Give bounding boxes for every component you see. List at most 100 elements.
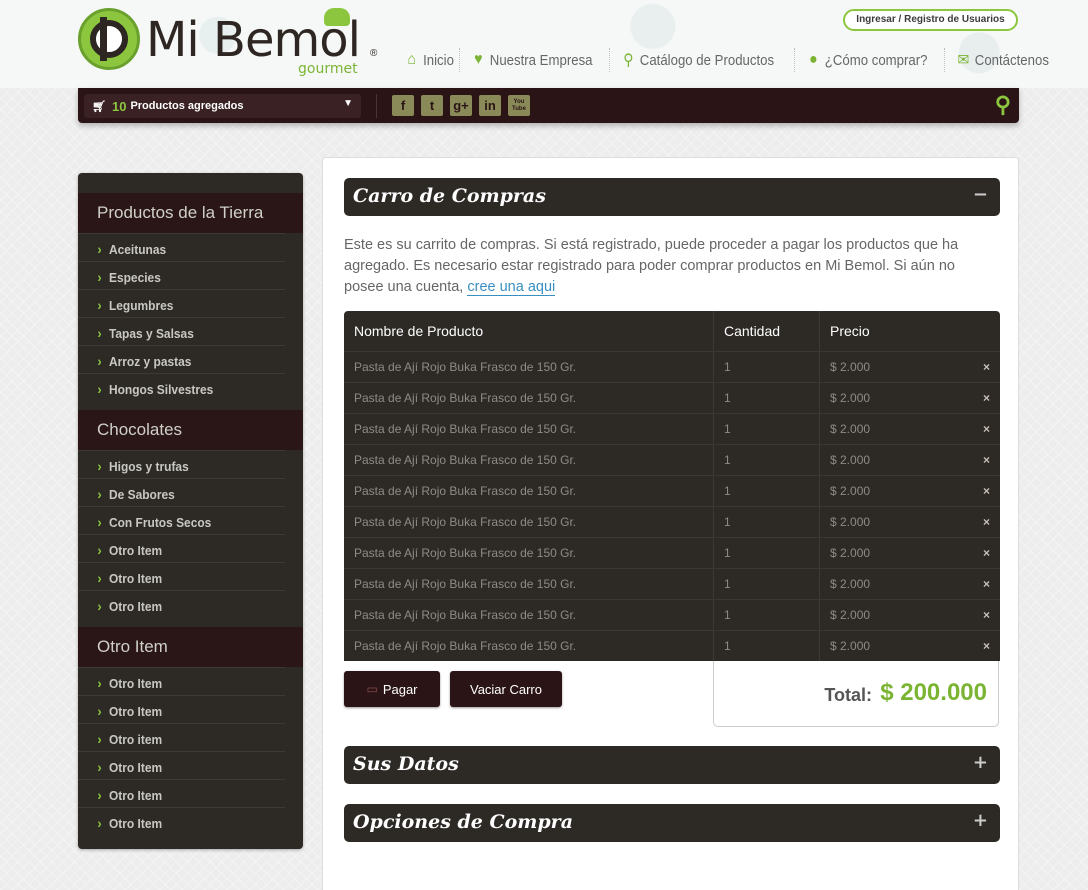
table-row: Pasta de Ají Rojo Buka Frasco de 150 Gr.… [344, 568, 1000, 599]
sidebar-item-especies[interactable]: Especies [78, 261, 285, 289]
remove-item-icon[interactable]: × [983, 422, 990, 436]
cart-label: Productos agregados [130, 100, 244, 112]
nav-label: Contáctenos [974, 51, 1049, 69]
sidebar-item-tapas[interactable]: Tapas y Salsas [78, 317, 285, 345]
login-register-button[interactable]: Ingresar / Registro de Usuarios [843, 9, 1018, 31]
nav-label: ¿Cómo comprar? [825, 51, 928, 69]
nav-label: Catálogo de Productos [639, 51, 774, 69]
product-name: Pasta de Ají Rojo Buka Frasco de 150 Gr. [344, 383, 714, 413]
remove-item-icon[interactable]: × [983, 484, 990, 498]
home-icon: ⌂ [407, 51, 416, 68]
category-title[interactable]: Otro Item [78, 627, 303, 667]
toolbar-divider [376, 94, 377, 118]
product-price-cell: $ 2.000 × [820, 631, 1000, 661]
table-row: Pasta de Ají Rojo Buka Frasco de 150 Gr.… [344, 382, 1000, 413]
product-price: $ 2.000 [830, 577, 871, 591]
table-row: Pasta de Ají Rojo Buka Frasco de 150 Gr.… [344, 537, 1000, 568]
nav-catalogo[interactable]: ⚲ Catálogo de Productos [608, 48, 785, 72]
sidebar-item-arroz[interactable]: Arroz y pastas [78, 345, 285, 373]
youtube-icon[interactable]: You Tube [508, 95, 530, 116]
table-row: Pasta de Ají Rojo Buka Frasco de 150 Gr.… [344, 351, 1000, 382]
expand-icon[interactable]: + [973, 752, 988, 773]
product-qty: 1 [714, 476, 820, 506]
expand-icon[interactable]: + [973, 810, 988, 831]
sidebar-item-otro[interactable]: Otro Item [78, 751, 285, 779]
product-name: Pasta de Ají Rojo Buka Frasco de 150 Gr. [344, 445, 714, 475]
product-name: Pasta de Ají Rojo Buka Frasco de 150 Gr. [344, 476, 714, 506]
category-title[interactable]: Productos de la Tierra [78, 193, 303, 233]
nav-nuestra-empresa[interactable]: ♥ Nuestra Empresa [459, 48, 603, 72]
product-price: $ 2.000 [830, 422, 871, 436]
sidebar-item-otro[interactable]: Otro Item [78, 590, 285, 618]
sidebar-item-legumbres[interactable]: Legumbres [78, 289, 285, 317]
sidebar-item-frutos-secos[interactable]: Con Frutos Secos [78, 506, 285, 534]
twitter-icon[interactable]: t [421, 95, 443, 116]
empty-label: Vaciar Carro [469, 681, 542, 697]
sidebar-item-otro[interactable]: Otro Item [78, 667, 285, 695]
product-qty: 1 [714, 445, 820, 475]
remove-item-icon[interactable]: × [983, 546, 990, 560]
product-price-cell: $ 2.000 × [820, 414, 1000, 444]
product-name: Pasta de Ají Rojo Buka Frasco de 150 Gr. [344, 352, 714, 382]
remove-item-icon[interactable]: × [983, 360, 990, 374]
search-icon: ⚲ [622, 52, 634, 69]
table-row: Pasta de Ají Rojo Buka Frasco de 150 Gr.… [344, 475, 1000, 506]
remove-item-icon[interactable]: × [983, 608, 990, 622]
brand-logo[interactable]: Mi Bemol gourmet ® [78, 8, 378, 78]
product-name: Pasta de Ají Rojo Buka Frasco de 150 Gr. [344, 569, 714, 599]
linkedin-icon[interactable]: in [479, 95, 501, 116]
search-icon[interactable]: ⚲ [995, 92, 1011, 118]
sus-datos-panel-header[interactable]: Sus Datos + [344, 746, 1000, 784]
pay-label: Pagar [382, 681, 418, 697]
sidebar-item-hongos[interactable]: Hongos Silvestres [78, 373, 285, 401]
cart-icon: 🛒︎ [92, 100, 106, 113]
product-name: Pasta de Ají Rojo Buka Frasco de 150 Gr. [344, 538, 714, 568]
sidebar-item-otro[interactable]: Otro Item [78, 562, 285, 590]
panel-title: Opciones de Compra [353, 811, 574, 833]
sidebar-item-sabores[interactable]: De Sabores [78, 478, 285, 506]
remove-item-icon[interactable]: × [983, 515, 990, 529]
sidebar-item-otro[interactable]: Otro Item [78, 534, 285, 562]
create-account-link[interactable]: cree una aqui [467, 279, 556, 296]
remove-item-icon[interactable]: × [983, 391, 990, 405]
cart-dropdown[interactable]: 🛒︎ 10 Productos agregados ▼ [84, 94, 361, 118]
nav-como-comprar[interactable]: ● ¿Cómo comprar? [794, 48, 938, 72]
product-price: $ 2.000 [830, 515, 871, 529]
table-row: Pasta de Ají Rojo Buka Frasco de 150 Gr.… [344, 630, 1000, 661]
sidebar-item-otro[interactable]: Otro item [78, 723, 285, 751]
table-row: Pasta de Ají Rojo Buka Frasco de 150 Gr.… [344, 599, 1000, 630]
remove-item-icon[interactable]: × [983, 639, 990, 653]
opciones-compra-panel-header[interactable]: Opciones de Compra + [344, 804, 1000, 842]
sidebar-item-otro[interactable]: Otro Item [78, 695, 285, 723]
logo-mark-icon [78, 8, 140, 70]
registered-mark: ® [370, 48, 378, 59]
product-qty: 1 [714, 600, 820, 630]
product-price-cell: $ 2.000 × [820, 538, 1000, 568]
facebook-icon[interactable]: f [392, 95, 414, 116]
remove-item-icon[interactable]: × [983, 577, 990, 591]
product-price-cell: $ 2.000 × [820, 569, 1000, 599]
product-price: $ 2.000 [830, 391, 871, 405]
envelope-icon: ✉ [957, 52, 970, 69]
product-price: $ 2.000 [830, 453, 871, 467]
product-price: $ 2.000 [830, 360, 871, 374]
sidebar-item-otro[interactable]: Otro Item [78, 779, 285, 807]
category-title[interactable]: Chocolates [78, 410, 303, 450]
sidebar-item-aceitunas[interactable]: Aceitunas [78, 233, 285, 261]
site-header: Mi Bemol gourmet ® Ingresar / Registro d… [0, 0, 1088, 88]
pay-button[interactable]: ▭ Pagar [344, 671, 440, 707]
nav-contactenos[interactable]: ✉ Contáctenos [944, 48, 1059, 72]
table-row: Pasta de Ají Rojo Buka Frasco de 150 Gr.… [344, 506, 1000, 537]
nav-inicio[interactable]: ⌂ Inicio [402, 48, 465, 72]
empty-cart-button[interactable]: Vaciar Carro [450, 671, 562, 707]
remove-item-icon[interactable]: × [983, 453, 990, 467]
google-plus-icon[interactable]: g+ [450, 95, 472, 116]
collapse-icon[interactable]: − [973, 184, 988, 205]
cart-table: Nombre de Producto Cantidad Precio Pasta… [344, 311, 1000, 661]
column-header: Precio [830, 323, 870, 339]
sidebar-item-otro[interactable]: Otro Item [78, 807, 285, 835]
total-label: Total: [824, 685, 872, 705]
cart-panel-header[interactable]: Carro de Compras − [344, 178, 1000, 216]
sidebar-item-higos[interactable]: Higos y trufas [78, 450, 285, 478]
social-links: f t g+ in You Tube [392, 95, 530, 116]
